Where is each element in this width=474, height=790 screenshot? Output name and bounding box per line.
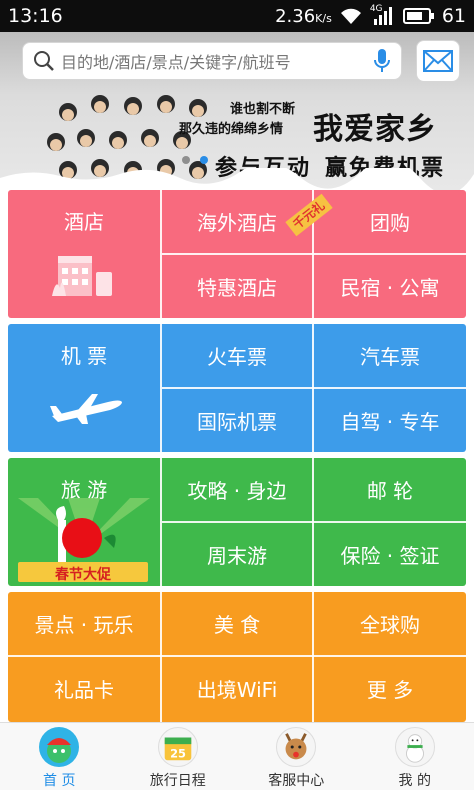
status-time: 13:16 bbox=[8, 5, 63, 27]
wifi-icon bbox=[340, 8, 361, 24]
tab-profile-label: 我 的 bbox=[398, 773, 431, 789]
global-shopping-button[interactable]: 全球购 bbox=[314, 592, 466, 655]
train-label: 火车票 bbox=[207, 345, 267, 369]
transport-card: 机 票 火车票 汽车票 国际机票 自驾 · 专车 bbox=[8, 324, 466, 452]
food-button[interactable]: 美 食 bbox=[162, 592, 312, 655]
tab-home[interactable]: 首 页 bbox=[0, 723, 119, 790]
search-placeholder: 目的地/酒店/景点/关键字/航班号 bbox=[61, 53, 291, 72]
search-icon bbox=[34, 51, 54, 71]
tab-service-center-label: 客服中心 bbox=[268, 773, 325, 789]
cruise-label: 邮 轮 bbox=[366, 479, 414, 503]
guide-label: 攻略 · 身边 bbox=[187, 479, 287, 503]
cruise-button[interactable]: 邮 轮 bbox=[314, 458, 466, 521]
carousel-dot bbox=[182, 156, 190, 164]
carousel-dots bbox=[182, 156, 208, 164]
bus-label: 汽车票 bbox=[360, 345, 420, 369]
homestay-button[interactable]: 民宿 · 公寓 bbox=[314, 255, 466, 318]
bottom-tab-bar: 首 页 25 旅行日程 客服中心 我 的 bbox=[0, 722, 474, 790]
tab-service-center[interactable]: 客服中心 bbox=[237, 723, 356, 790]
airplane-icon bbox=[50, 394, 122, 424]
intl-flight-label: 国际机票 bbox=[197, 410, 277, 434]
calendar-icon: 25 bbox=[157, 727, 198, 767]
banner-headline: 我爱家乡 bbox=[313, 112, 437, 147]
more-button[interactable]: 更 多 bbox=[314, 657, 466, 720]
wifi-rental-label: 出境WiFi bbox=[196, 678, 278, 702]
signal-icon: 4G bbox=[370, 4, 394, 25]
car-rental-label: 自驾 · 专车 bbox=[340, 410, 440, 434]
spring-promo-label: 春节大促 bbox=[55, 567, 111, 583]
gift-card-label: 礼品卡 bbox=[54, 678, 114, 702]
search-input[interactable]: 目的地/酒店/景点/关键字/航班号 bbox=[22, 42, 402, 80]
hotel-button[interactable]: 酒店 bbox=[8, 190, 160, 318]
reindeer-icon bbox=[276, 727, 317, 767]
network-speed: 2.36K/s bbox=[275, 5, 332, 27]
guide-button[interactable]: 攻略 · 身边 bbox=[162, 458, 312, 521]
overseas-hotel-label: 海外酒店 bbox=[197, 211, 277, 235]
status-bar: 13:16 2.36K/s 4G 61 bbox=[0, 0, 474, 32]
hotel-building-icon bbox=[52, 256, 112, 296]
insurance-visa-label: 保险 · 签证 bbox=[340, 544, 440, 568]
group-buy-button[interactable]: 团购 bbox=[314, 190, 466, 253]
microphone-icon[interactable] bbox=[373, 48, 391, 74]
intl-flight-button[interactable]: 国际机票 bbox=[162, 389, 312, 452]
weekend-trip-label: 周末游 bbox=[207, 544, 267, 568]
snow-decoration bbox=[0, 168, 474, 190]
snowman-icon bbox=[394, 727, 435, 767]
banner-line-1: 谁也割不断 bbox=[230, 102, 296, 117]
travel-card: 旅 游 春节大促 攻略 · 身边 邮 轮 周末游 保险 · 签证 bbox=[8, 458, 466, 586]
service-grid: 酒店 海外酒店 千元礼 团购 特惠酒店 民宿 · 公寓 机 票 火车票 汽车票 … bbox=[0, 190, 474, 722]
flight-button[interactable]: 机 票 bbox=[8, 324, 160, 452]
wifi-rental-button[interactable]: 出境WiFi bbox=[162, 657, 312, 720]
more-label: 更 多 bbox=[366, 678, 414, 702]
tab-home-label: 首 页 bbox=[43, 773, 76, 789]
envelope-icon bbox=[423, 50, 453, 72]
hotel-label: 酒店 bbox=[64, 210, 104, 234]
car-rental-button[interactable]: 自驾 · 专车 bbox=[314, 389, 466, 452]
hotel-card: 酒店 海外酒店 千元礼 团购 特惠酒店 民宿 · 公寓 bbox=[8, 190, 466, 318]
tab-itinerary[interactable]: 25 旅行日程 bbox=[119, 723, 238, 790]
banner-line-2: 那久违的绵绵乡情 bbox=[179, 122, 284, 137]
more-services-card: 景点 · 玩乐 美 食 全球购 礼品卡 出境WiFi 更 多 bbox=[8, 592, 466, 722]
food-label: 美 食 bbox=[213, 613, 261, 637]
train-button[interactable]: 火车票 bbox=[162, 324, 312, 387]
battery-level: 61 bbox=[441, 5, 466, 27]
special-hotel-label: 特惠酒店 bbox=[197, 276, 277, 300]
special-hotel-button[interactable]: 特惠酒店 bbox=[162, 255, 312, 318]
bus-button[interactable]: 汽车票 bbox=[314, 324, 466, 387]
message-button[interactable] bbox=[416, 40, 460, 82]
status-indicators: 2.36K/s 4G 61 bbox=[275, 4, 466, 27]
weekend-trip-button[interactable]: 周末游 bbox=[162, 523, 312, 586]
tab-profile[interactable]: 我 的 bbox=[356, 723, 474, 790]
global-shopping-label: 全球购 bbox=[360, 613, 420, 637]
gift-card-button[interactable]: 礼品卡 bbox=[8, 657, 160, 720]
insurance-visa-button[interactable]: 保险 · 签证 bbox=[314, 523, 466, 586]
tab-itinerary-label: 旅行日程 bbox=[149, 773, 206, 789]
flight-label: 机 票 bbox=[60, 344, 108, 368]
carousel-dot-active bbox=[200, 156, 208, 164]
battery-icon bbox=[402, 8, 434, 24]
sights-button[interactable]: 景点 · 玩乐 bbox=[8, 592, 160, 655]
svg-text:25: 25 bbox=[170, 746, 186, 760]
sights-label: 景点 · 玩乐 bbox=[34, 613, 134, 637]
promo-banner[interactable]: 目的地/酒店/景点/关键字/航班号 谁也割不断 那久违的绵绵乡情 我爱家乡 参与… bbox=[0, 32, 474, 190]
home-icon bbox=[39, 727, 80, 767]
homestay-label: 民宿 · 公寓 bbox=[340, 276, 440, 300]
tour-button[interactable]: 旅 游 春节大促 bbox=[8, 458, 160, 586]
group-buy-label: 团购 bbox=[370, 211, 410, 235]
